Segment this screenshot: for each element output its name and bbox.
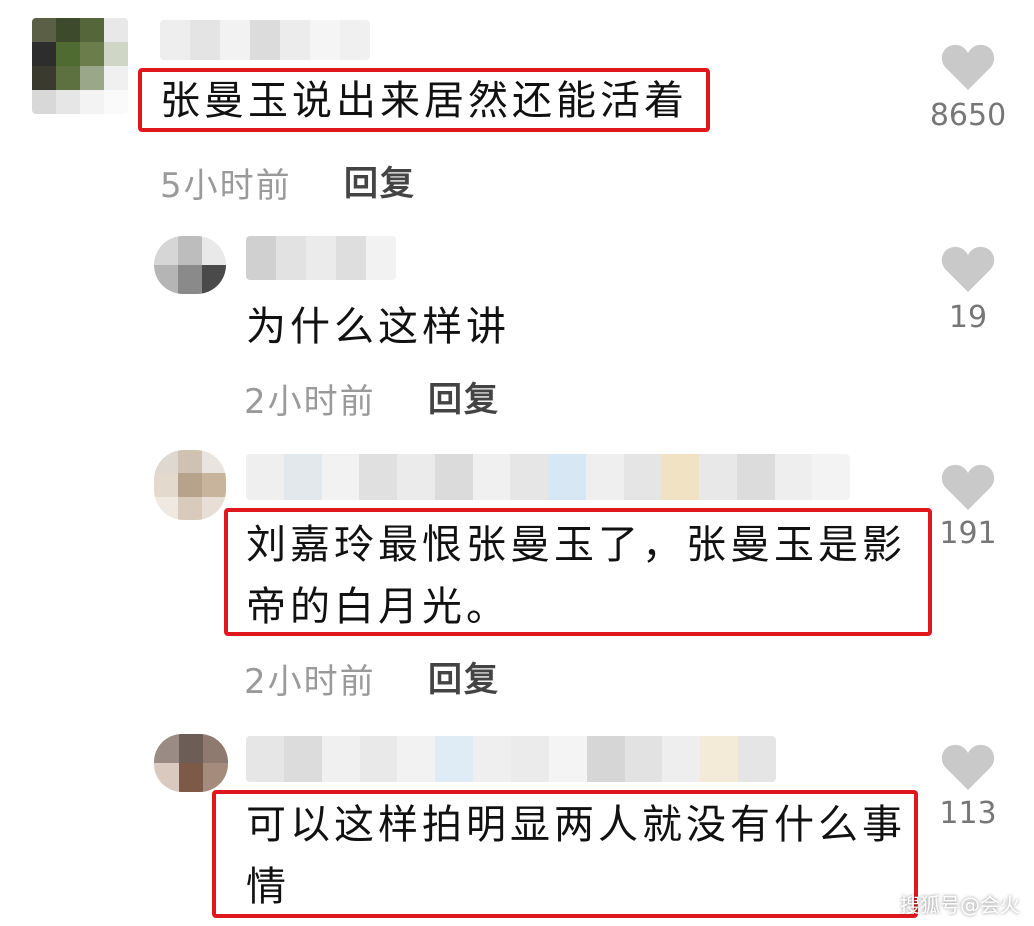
avatar[interactable] (154, 734, 228, 792)
highlight-box (138, 68, 710, 132)
like-count: 19 (948, 300, 988, 335)
comment-time: 5小时前 (160, 166, 292, 206)
avatar[interactable] (154, 236, 226, 294)
comment-text: 为什么这样讲 (246, 304, 510, 350)
username-blurred[interactable] (246, 454, 850, 500)
highlight-box (224, 508, 932, 636)
watermark: 搜狐号@会火 (900, 893, 1020, 917)
avatar[interactable] (154, 450, 226, 520)
username-blurred[interactable] (160, 20, 370, 60)
comment-time: 2小时前 (244, 382, 376, 422)
like-count: 113 (939, 796, 997, 831)
heart-icon[interactable] (940, 742, 996, 792)
reply-button[interactable]: 回复 (428, 372, 500, 421)
heart-icon[interactable] (940, 462, 996, 512)
username-blurred[interactable] (246, 236, 396, 280)
heart-icon[interactable] (940, 42, 996, 92)
highlight-box (212, 790, 918, 918)
heart-icon[interactable] (940, 244, 996, 294)
username-blurred[interactable] (246, 736, 776, 782)
comment-time: 2小时前 (244, 662, 376, 702)
avatar[interactable] (32, 18, 128, 114)
like-count: 8650 (929, 98, 1007, 133)
like-count: 191 (939, 516, 997, 551)
reply-button[interactable]: 回复 (428, 652, 500, 701)
reply-button[interactable]: 回复 (344, 156, 416, 205)
